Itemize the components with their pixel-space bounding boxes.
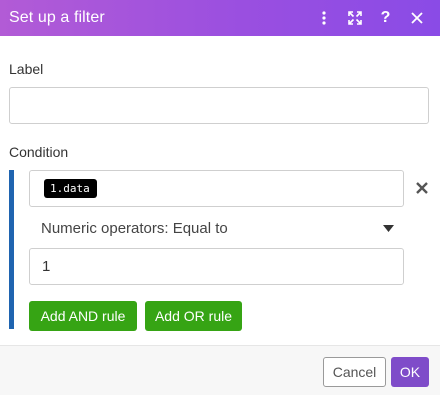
operator-select[interactable]: Numeric operators: Equal to [29, 212, 404, 244]
close-icon[interactable] [401, 0, 432, 36]
condition-group-bar [9, 170, 14, 329]
second-operand-value: 1 [42, 258, 51, 275]
dialog-footer: Cancel OK [0, 346, 440, 395]
filter-dialog: Set up a filter ? Label Condition 1.data… [0, 0, 440, 395]
ok-button[interactable]: OK [391, 357, 429, 387]
first-operand-field[interactable]: 1.data [29, 170, 404, 207]
add-and-rule-button[interactable]: Add AND rule [29, 301, 137, 331]
second-operand-field[interactable]: 1 [29, 248, 404, 285]
dialog-header: Set up a filter ? [0, 0, 440, 36]
expand-icon[interactable] [339, 0, 370, 36]
more-vertical-icon[interactable] [308, 0, 339, 36]
help-icon[interactable]: ? [370, 0, 401, 36]
header-actions: ? [308, 0, 432, 36]
operator-value: Numeric operators: Equal to [41, 219, 228, 237]
add-or-rule-button[interactable]: Add OR rule [145, 301, 242, 331]
condition-caption: Condition [9, 144, 69, 160]
variable-pill[interactable]: 1.data [44, 179, 97, 198]
dialog-body: Label Condition 1.data Numeric operators… [0, 36, 440, 395]
dialog-title: Set up a filter [9, 9, 105, 26]
label-input[interactable] [9, 87, 429, 124]
label-caption: Label [9, 61, 44, 77]
help-icon-glyph: ? [380, 9, 391, 26]
caret-down-icon [378, 224, 398, 232]
remove-condition-icon[interactable] [413, 178, 431, 198]
cancel-button[interactable]: Cancel [323, 357, 386, 387]
condition-group: 1.data Numeric operators: Equal to 1 Add… [9, 170, 431, 331]
